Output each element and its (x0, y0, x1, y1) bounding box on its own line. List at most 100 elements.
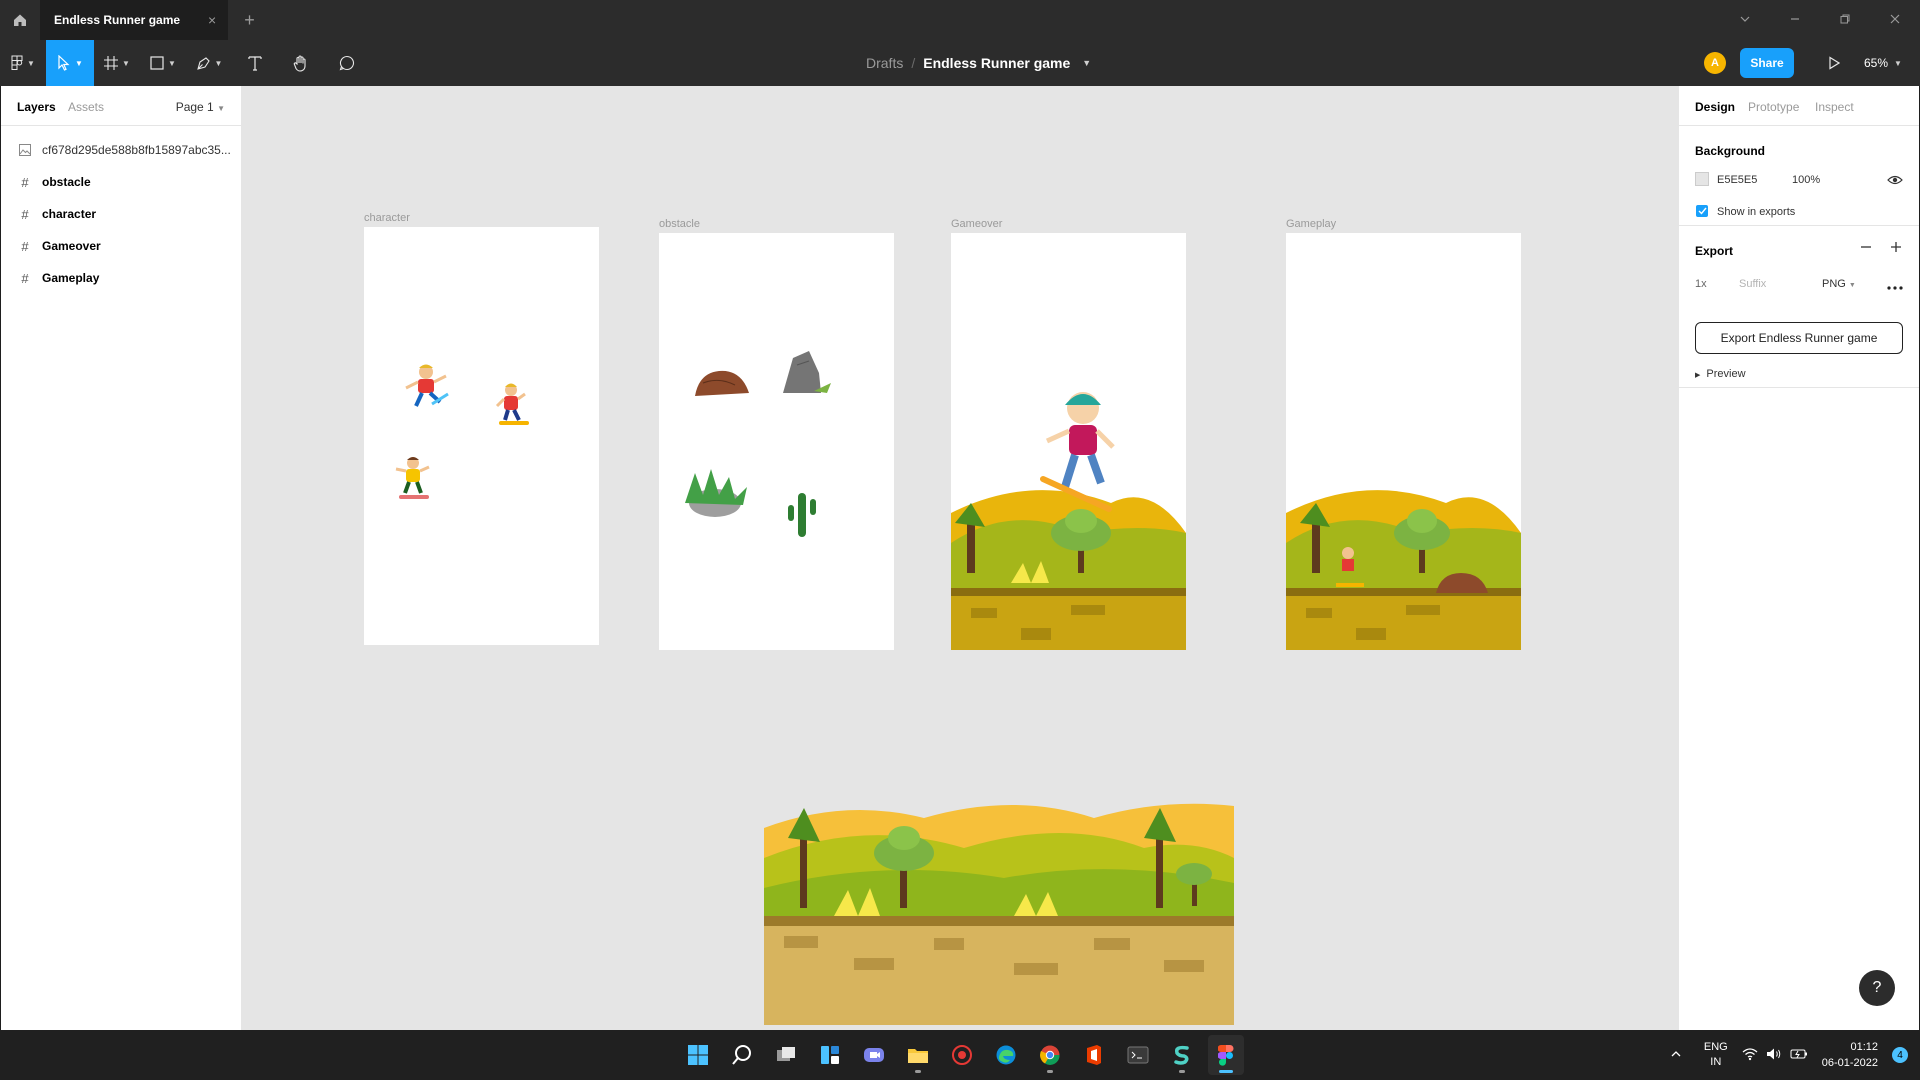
pen-icon (196, 56, 210, 70)
language-indicator[interactable]: ENG IN (1704, 1040, 1728, 1070)
battery-icon[interactable] (1790, 1048, 1808, 1063)
shape-tool[interactable]: ▼ (140, 40, 186, 86)
hand-tool[interactable] (278, 40, 324, 86)
frame-label-gameplay[interactable]: Gameplay (1286, 218, 1336, 230)
preview-toggle[interactable]: ▶ Preview (1695, 368, 1746, 380)
plus-icon[interactable] (1889, 240, 1903, 259)
frame-icon (104, 56, 119, 70)
home-button[interactable] (0, 0, 40, 40)
chevron-up-icon[interactable] (1670, 1048, 1682, 1063)
app-s-icon[interactable] (1164, 1035, 1200, 1075)
tab-layers[interactable]: Layers (17, 100, 56, 114)
terminal-icon[interactable] (1120, 1035, 1156, 1075)
chevron-down-icon[interactable]: ▼ (1082, 58, 1091, 68)
frame-icon: # (21, 174, 29, 190)
clock-date: 06-01-2022 (1821, 1057, 1878, 1069)
file-explorer-icon[interactable] (900, 1035, 936, 1075)
office-icon[interactable] (1076, 1035, 1112, 1075)
restore-button[interactable] (1820, 12, 1870, 28)
chevron-down-icon[interactable] (1720, 12, 1770, 28)
layer-obstacle[interactable]: # obstacle (1, 166, 241, 198)
export-format-select[interactable]: PNG ▼ (1822, 278, 1856, 290)
wifi-icon[interactable] (1742, 1047, 1758, 1064)
tab-assets[interactable]: Assets (68, 100, 104, 114)
background-hex[interactable]: E5E5E5 (1717, 174, 1757, 186)
volume-icon[interactable] (1766, 1047, 1782, 1064)
frame-icon: # (21, 206, 29, 222)
edge-icon[interactable] (988, 1035, 1024, 1075)
export-scale[interactable]: 1x (1695, 278, 1707, 290)
zoom-dropdown[interactable]: 65% ▼ (1864, 56, 1920, 70)
main-menu-button[interactable]: ▼ (0, 40, 46, 86)
frame-character[interactable] (364, 227, 599, 645)
background-swatch[interactable] (1695, 172, 1709, 186)
lang-code: ENG (1703, 1041, 1728, 1053)
obstacle-sprites (685, 351, 831, 537)
clock-time: 01:12 (1850, 1041, 1878, 1053)
minus-icon[interactable] (1859, 240, 1873, 259)
notification-badge[interactable]: 4 (1892, 1047, 1908, 1063)
page-selector[interactable]: Page 1 ▼ (176, 100, 225, 114)
task-view-icon[interactable] (768, 1035, 804, 1075)
clock[interactable]: 01:12 06-01-2022 (1822, 1039, 1878, 1071)
breadcrumb: Drafts / Endless Runner game ▼ (866, 40, 1091, 86)
search-icon[interactable] (724, 1035, 760, 1075)
more-options-icon[interactable] (1887, 278, 1903, 296)
tab-prototype[interactable]: Prototype (1748, 100, 1799, 114)
chevron-down-icon: ▼ (1848, 282, 1856, 289)
taskbar: ENG IN 01:12 06-01-2022 4 (0, 1030, 1920, 1080)
figma-icon[interactable] (1208, 1035, 1244, 1075)
export-suffix-input[interactable]: Suffix (1739, 278, 1766, 290)
record-icon[interactable] (944, 1035, 980, 1075)
skater-sprite (405, 364, 449, 407)
skater-sprite (495, 383, 529, 425)
layers-panel: Layers Assets Page 1 ▼ cf678d295de588b8f… (0, 86, 242, 1030)
frame-label-gameover[interactable]: Gameover (951, 218, 1002, 230)
check-icon (1698, 207, 1707, 215)
frame-label-character[interactable]: character (364, 212, 410, 224)
export-button[interactable]: Export Endless Runner game (1695, 322, 1903, 354)
share-button[interactable]: Share (1740, 48, 1794, 78)
pen-tool[interactable]: ▼ (186, 40, 232, 86)
layer-character[interactable]: # character (1, 198, 241, 230)
tab-design[interactable]: Design (1695, 100, 1735, 114)
windows-start-icon[interactable] (680, 1035, 716, 1075)
character-sprites (395, 364, 529, 499)
new-tab-button[interactable]: + (244, 10, 255, 31)
comment-tool[interactable] (324, 40, 370, 86)
home-icon (14, 14, 26, 26)
avatar[interactable]: A (1704, 52, 1726, 74)
layer-gameover[interactable]: # Gameover (1, 230, 241, 262)
chrome-icon[interactable] (1032, 1035, 1068, 1075)
background-opacity[interactable]: 100% (1792, 174, 1820, 186)
running-indicator (1047, 1070, 1053, 1073)
tab-inspect[interactable]: Inspect (1815, 100, 1854, 114)
widgets-icon[interactable] (812, 1035, 848, 1075)
text-tool[interactable] (232, 40, 278, 86)
show-in-exports-label: Show in exports (1717, 206, 1796, 218)
frame-tool[interactable]: ▼ (94, 40, 140, 86)
file-tab[interactable]: Endless Runner game × (40, 0, 229, 40)
close-tab-icon[interactable]: × (208, 12, 216, 28)
teams-chat-icon[interactable] (856, 1035, 892, 1075)
canvas[interactable]: character obstacle Gameover Gameplay (242, 86, 1678, 1030)
file-name[interactable]: Endless Runner game (923, 55, 1070, 71)
close-window-button[interactable] (1870, 12, 1920, 28)
frame-label-obstacle[interactable]: obstacle (659, 218, 700, 230)
text-icon (248, 56, 262, 71)
frame-gameover[interactable] (951, 233, 1186, 650)
eye-icon[interactable] (1887, 173, 1903, 191)
frame-gameplay[interactable] (1286, 233, 1521, 650)
help-button[interactable]: ? (1859, 970, 1895, 1006)
background-strip (764, 803, 1234, 1025)
present-button[interactable] (1814, 56, 1854, 70)
background-image[interactable] (764, 798, 1234, 1025)
minimize-button[interactable] (1770, 12, 1820, 28)
move-tool[interactable]: ▼ (46, 40, 94, 86)
layer-gameplay[interactable]: # Gameplay (1, 262, 241, 294)
layer-image[interactable]: cf678d295de588b8fb15897abc35... (1, 134, 241, 166)
frame-obstacle[interactable] (659, 233, 894, 650)
cursor-icon (58, 55, 70, 71)
breadcrumb-drafts[interactable]: Drafts (866, 55, 903, 71)
show-in-exports-checkbox[interactable] (1696, 205, 1708, 217)
